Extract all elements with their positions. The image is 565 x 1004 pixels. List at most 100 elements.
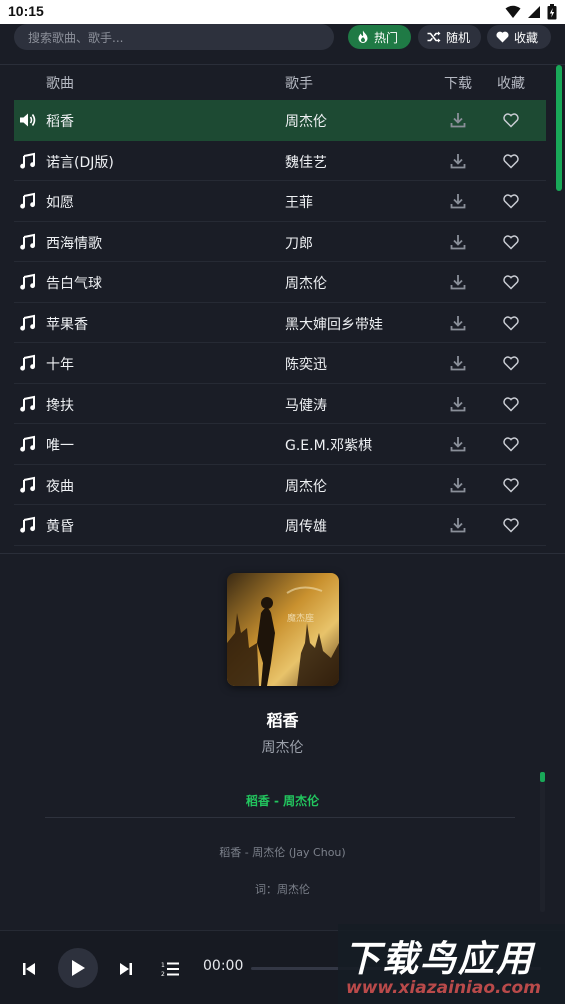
music-note-icon xyxy=(20,354,35,371)
heart-outline-icon[interactable] xyxy=(502,233,520,251)
heart-icon xyxy=(496,31,509,43)
header-artist: 歌手 xyxy=(285,76,313,92)
song-title: 十年 xyxy=(46,357,74,373)
next-button[interactable] xyxy=(115,958,137,980)
song-artist: 周杰伦 xyxy=(285,114,327,130)
skip-next-icon xyxy=(120,963,132,975)
heart-outline-icon[interactable] xyxy=(502,273,520,291)
song-title: 西海情歌 xyxy=(46,235,102,252)
album-cover: 魔杰座 xyxy=(227,573,339,686)
heart-outline-icon[interactable] xyxy=(502,476,520,494)
status-icons xyxy=(505,4,557,20)
favorites-button[interactable]: 收藏 xyxy=(487,25,551,49)
lyric-current-line: 稻香 - 周杰伦 xyxy=(245,794,320,808)
svg-text:2: 2 xyxy=(161,971,165,977)
music-note-icon xyxy=(20,435,35,452)
lyric-scrollbar-thumb[interactable] xyxy=(540,772,545,782)
song-artist: 马健涛 xyxy=(285,397,327,414)
song-row[interactable]: 苹果香 黑大婶回乡带娃 xyxy=(14,303,546,343)
download-icon[interactable] xyxy=(449,233,467,251)
search-input[interactable]: 搜索歌曲、歌手... xyxy=(14,24,334,50)
watermark-url: www.xiazainiao.com xyxy=(346,978,541,998)
download-icon[interactable] xyxy=(449,111,467,129)
download-icon[interactable] xyxy=(449,314,467,332)
status-bar: 10:15 xyxy=(0,0,565,24)
song-artist: G.E.M.邓紫棋 xyxy=(285,438,373,454)
list-scrollbar[interactable] xyxy=(556,65,562,553)
song-title: 黄昏 xyxy=(46,519,74,535)
music-note-icon xyxy=(20,273,35,290)
heart-outline-icon[interactable] xyxy=(502,395,520,413)
playlist-button[interactable]: 12 xyxy=(159,958,181,980)
random-button[interactable]: 随机 xyxy=(418,25,481,49)
watermark: 下载鸟应用 www.xiazainiao.com xyxy=(338,924,565,1004)
song-artist: 陈奕迅 xyxy=(285,357,327,373)
lyric-scrollbar[interactable] xyxy=(540,772,545,912)
heart-outline-icon[interactable] xyxy=(502,354,520,372)
song-row[interactable]: 十年 陈奕迅 xyxy=(14,343,546,384)
song-row[interactable]: 黄昏 周传雄 xyxy=(14,505,546,546)
download-icon[interactable] xyxy=(449,435,467,453)
skip-previous-icon xyxy=(23,963,35,975)
music-note-icon xyxy=(20,516,35,533)
previous-button[interactable] xyxy=(18,958,40,980)
hot-button[interactable]: 热门 xyxy=(348,25,411,49)
download-icon[interactable] xyxy=(449,516,467,534)
svg-text:1: 1 xyxy=(161,962,165,969)
battery-icon xyxy=(547,4,557,20)
signal-icon xyxy=(528,6,540,18)
download-icon[interactable] xyxy=(449,273,467,291)
play-icon xyxy=(72,960,85,976)
play-button[interactable] xyxy=(58,948,98,988)
now-playing-title: 稻香 xyxy=(266,711,299,730)
flame-icon xyxy=(358,30,368,43)
music-note-icon xyxy=(20,152,35,169)
heart-outline-icon[interactable] xyxy=(502,314,520,332)
song-artist: 周杰伦 xyxy=(285,276,327,292)
random-label: 随机 xyxy=(446,30,471,45)
song-row[interactable]: 西海情歌 刀郎 xyxy=(14,222,546,262)
heart-outline-icon[interactable] xyxy=(502,152,520,170)
divider xyxy=(0,553,565,554)
heart-outline-icon[interactable] xyxy=(502,111,520,129)
heart-outline-icon[interactable] xyxy=(502,435,520,453)
lyric-line: 稻香 - 周杰伦 (Jay Chou) xyxy=(219,846,346,859)
song-list: 稻香 周杰伦 诺言(DJ版) 魏佳艺 如愿 王菲 西海情歌 刀郎 告白气球 周杰… xyxy=(14,100,546,546)
header-title: 歌曲 xyxy=(46,76,74,92)
song-title: 搀扶 xyxy=(46,397,74,414)
status-time: 10:15 xyxy=(8,3,44,19)
current-time: 00:00 xyxy=(203,958,244,974)
download-icon[interactable] xyxy=(449,395,467,413)
search-placeholder: 搜索歌曲、歌手... xyxy=(28,30,124,45)
download-icon[interactable] xyxy=(449,192,467,210)
download-icon[interactable] xyxy=(449,476,467,494)
song-artist: 周传雄 xyxy=(285,519,327,535)
download-icon[interactable] xyxy=(449,354,467,372)
list-scrollbar-thumb[interactable] xyxy=(556,65,562,191)
song-row[interactable]: 夜曲 周杰伦 xyxy=(14,465,546,505)
song-row[interactable]: 唯一 G.E.M.邓紫棋 xyxy=(14,424,546,465)
now-playing-artist: 周杰伦 xyxy=(261,740,304,756)
song-title: 唯一 xyxy=(46,438,74,454)
lyric-line: 词：周杰伦 xyxy=(255,883,310,896)
header-download: 下载 xyxy=(444,76,472,92)
music-note-icon xyxy=(20,395,35,412)
top-bar: 搜索歌曲、歌手... 热门 随机 收藏 xyxy=(0,24,565,66)
music-note-icon xyxy=(20,192,35,209)
song-title: 夜曲 xyxy=(46,478,74,495)
download-icon[interactable] xyxy=(449,152,467,170)
song-row[interactable]: 搀扶 马健涛 xyxy=(14,384,546,424)
playlist-icon: 12 xyxy=(161,962,179,977)
song-title: 稻香 xyxy=(46,114,74,130)
song-row[interactable]: 稻香 周杰伦 xyxy=(14,100,546,141)
music-note-icon xyxy=(20,476,35,493)
lyric-divider xyxy=(45,817,515,818)
song-row[interactable]: 告白气球 周杰伦 xyxy=(14,262,546,303)
song-row[interactable]: 如愿 王菲 xyxy=(14,181,546,222)
song-title: 告白气球 xyxy=(46,276,102,292)
heart-outline-icon[interactable] xyxy=(502,192,520,210)
song-row[interactable]: 诺言(DJ版) 魏佳艺 xyxy=(14,141,546,181)
svg-text:魔杰座: 魔杰座 xyxy=(287,612,314,624)
heart-outline-icon[interactable] xyxy=(502,516,520,534)
song-title: 诺言(DJ版) xyxy=(46,154,114,171)
